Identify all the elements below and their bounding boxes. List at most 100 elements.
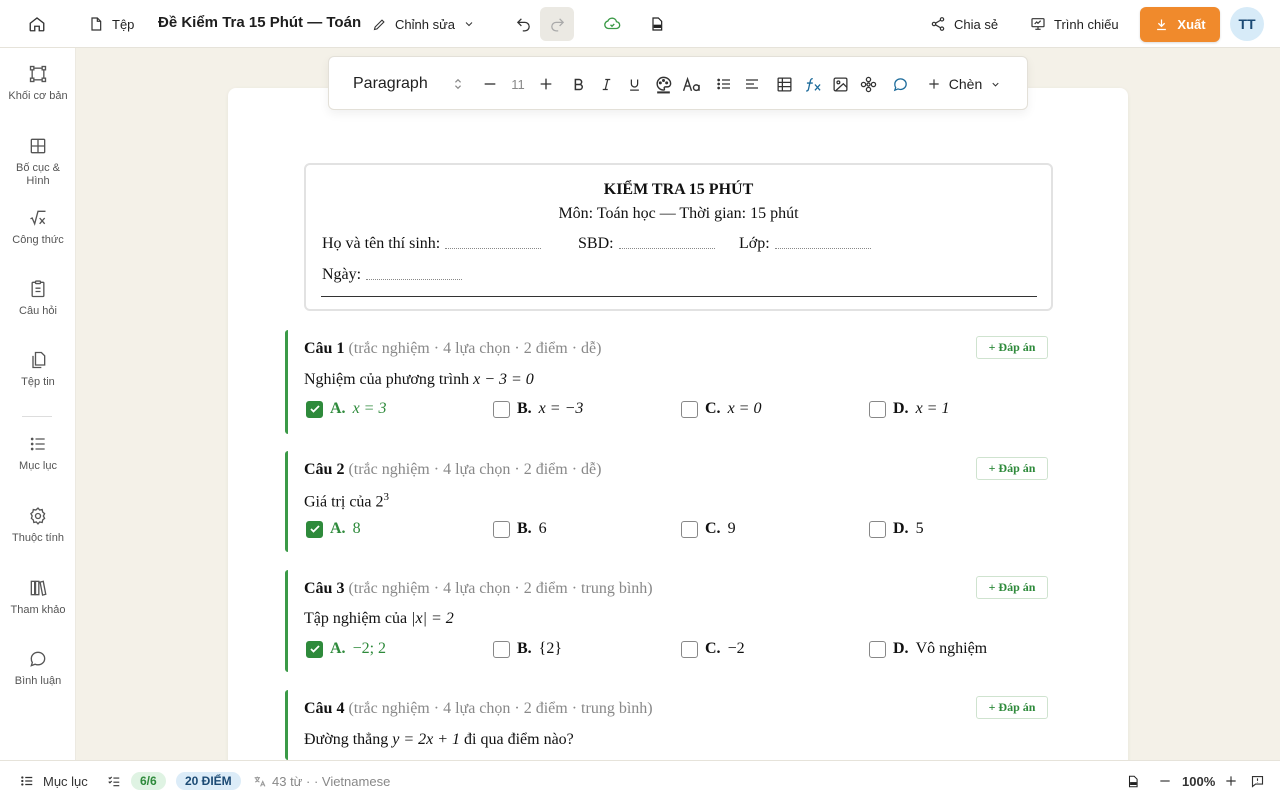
question-text: Nghiệm của phương trình x − 3 = 0 [304, 371, 534, 389]
paragraph-style-select[interactable]: Paragraph [353, 70, 463, 98]
class-field[interactable]: Lớp: [739, 235, 871, 253]
document-title[interactable]: Đề Kiểm Tra 15 Phút — Toán [158, 14, 361, 31]
option-value: {2} [538, 640, 563, 657]
undo-button[interactable] [506, 7, 540, 41]
answer-button[interactable]: + Đáp án [976, 457, 1048, 480]
checkbox[interactable] [869, 400, 886, 418]
answer-button[interactable]: + Đáp án [976, 576, 1048, 599]
zoom-in-button[interactable] [1224, 761, 1238, 800]
comment-button[interactable] [889, 70, 911, 98]
option-b[interactable]: B. 6 [493, 520, 547, 538]
decrease-font-button[interactable] [479, 70, 501, 98]
cloud-sync-button[interactable] [595, 7, 629, 41]
bullet-list-button[interactable] [713, 70, 735, 98]
sidebar-item-properties[interactable]: Thuộc tính [0, 506, 76, 545]
sidebar-item-references[interactable]: Tham khảo [0, 578, 76, 617]
image-button[interactable] [829, 70, 851, 98]
bold-button[interactable] [567, 70, 589, 98]
checkbox[interactable] [493, 640, 510, 658]
answer-button[interactable]: + Đáp án [976, 336, 1048, 359]
checkbox[interactable] [869, 520, 886, 538]
diagram-button[interactable] [857, 70, 879, 98]
font-size-value[interactable]: 11 [507, 70, 529, 98]
underline-button[interactable] [623, 70, 645, 98]
option-c[interactable]: C. 9 [681, 520, 736, 538]
option-b[interactable]: B. x = −3 [493, 400, 583, 418]
option-d[interactable]: D. 5 [869, 520, 924, 538]
option-b[interactable]: B. {2} [493, 640, 562, 658]
option-letter: C. [705, 400, 721, 417]
name-field[interactable]: Họ và tên thí sinh: [322, 235, 542, 253]
bold-icon [574, 78, 583, 90]
option-value: x = 0 [727, 400, 762, 417]
checkbox[interactable] [869, 640, 886, 658]
check-icon [309, 405, 320, 413]
checkbox[interactable] [681, 400, 698, 418]
edit-menu-label: Chỉnh sửa [395, 16, 456, 32]
edit-menu-button[interactable]: Chỉnh sửa [362, 7, 485, 41]
formula-button[interactable] [801, 70, 825, 98]
checkbox[interactable] [681, 520, 698, 538]
undo-icon [516, 17, 530, 32]
date-field[interactable]: Ngày: [322, 266, 463, 284]
sidebar-item-formula[interactable]: Công thức [0, 208, 76, 247]
option-a[interactable]: A. 8 [306, 520, 361, 538]
checkbox-checked[interactable] [306, 640, 323, 658]
font-case-button[interactable] [679, 70, 703, 98]
checklist-icon [108, 776, 120, 787]
sidebar-item-files[interactable]: Tệp tin [0, 350, 76, 389]
checkbox-checked[interactable] [306, 400, 323, 418]
insert-menu-button[interactable]: Chèn [921, 70, 1007, 98]
avatar[interactable]: TT [1230, 7, 1264, 41]
toc-toggle-button[interactable]: Mục lục [20, 761, 88, 800]
zoom-level[interactable]: 100% [1182, 761, 1215, 800]
checkbox[interactable] [493, 400, 510, 418]
pdf-button[interactable] [640, 7, 674, 41]
feedback-button[interactable] [1250, 761, 1265, 800]
checkbox[interactable] [493, 520, 510, 538]
redo-button[interactable] [540, 7, 574, 41]
file-menu-button[interactable]: Tệp [78, 7, 144, 41]
question-text: Tập nghiệm của |x| = 2 [304, 610, 454, 628]
table-button[interactable] [773, 70, 795, 98]
sbd-field[interactable]: SBD: [578, 235, 715, 253]
sidebar-item-basic-blocks[interactable]: Khối cơ bản [0, 64, 76, 103]
italic-button[interactable] [595, 70, 617, 98]
text-color-button[interactable] [651, 70, 675, 98]
option-a[interactable]: A. −2; 2 [306, 640, 386, 658]
question-heading: Câu 2 (trắc nghiệm · 4 lựa chọn · 2 điểm… [304, 461, 601, 479]
align-button[interactable] [741, 70, 763, 98]
sidebar-item-questions[interactable]: Câu hỏi [0, 279, 76, 318]
sbd-blank [618, 248, 715, 249]
present-button[interactable]: Trình chiếu [1020, 7, 1129, 41]
export-button[interactable]: Xuất [1140, 7, 1220, 42]
question-block[interactable]: Câu 4 (trắc nghiệm · 4 lựa chọn · 2 điểm… [285, 690, 1055, 760]
question-block[interactable]: Câu 1 (trắc nghiệm · 4 lựa chọn · 2 điểm… [285, 330, 1055, 434]
files-icon [32, 351, 46, 369]
progress-pill: 6/6 [131, 772, 166, 790]
increase-font-button[interactable] [535, 70, 557, 98]
question-text-body: Tập nghiệm của [304, 610, 412, 627]
sidebar-item-label: Câu hỏi [19, 305, 57, 317]
answer-button[interactable]: + Đáp án [976, 696, 1048, 719]
sidebar-item-comments[interactable]: Bình luận [0, 649, 76, 688]
question-block[interactable]: Câu 3 (trắc nghiệm · 4 lựa chọn · 2 điểm… [285, 570, 1055, 672]
sidebar-item-layout[interactable]: Bố cục & Hình [0, 136, 76, 188]
share-button[interactable]: Chia sẻ [920, 7, 1008, 41]
export-pdf-button[interactable] [1126, 761, 1140, 800]
option-d[interactable]: D. Vô nghiệm [869, 640, 987, 658]
option-c[interactable]: C. x = 0 [681, 400, 761, 418]
option-c[interactable]: C. −2 [681, 640, 745, 658]
checkbox-checked[interactable] [306, 520, 323, 538]
home-button[interactable] [20, 7, 54, 41]
sidebar-item-toc[interactable]: Mục lục [0, 434, 76, 473]
checkbox[interactable] [681, 640, 698, 658]
minus-icon [1160, 780, 1170, 782]
option-d[interactable]: D. x = 1 [869, 400, 949, 418]
status-bar: Mục lục 6/6 20 ĐIỂM 43 từ · · Vietnamese… [0, 760, 1280, 800]
exam-subtitle: Môn: Toán học — Thời gian: 15 phút [558, 205, 799, 222]
question-block[interactable]: Câu 2 (trắc nghiệm · 4 lựa chọn · 2 điểm… [285, 451, 1055, 552]
option-a[interactable]: A. x = 3 [306, 400, 386, 418]
exam-header[interactable]: KIỂM TRA 15 PHÚT Môn: Toán học — Thời gi… [304, 163, 1053, 311]
zoom-out-button[interactable] [1158, 761, 1172, 800]
